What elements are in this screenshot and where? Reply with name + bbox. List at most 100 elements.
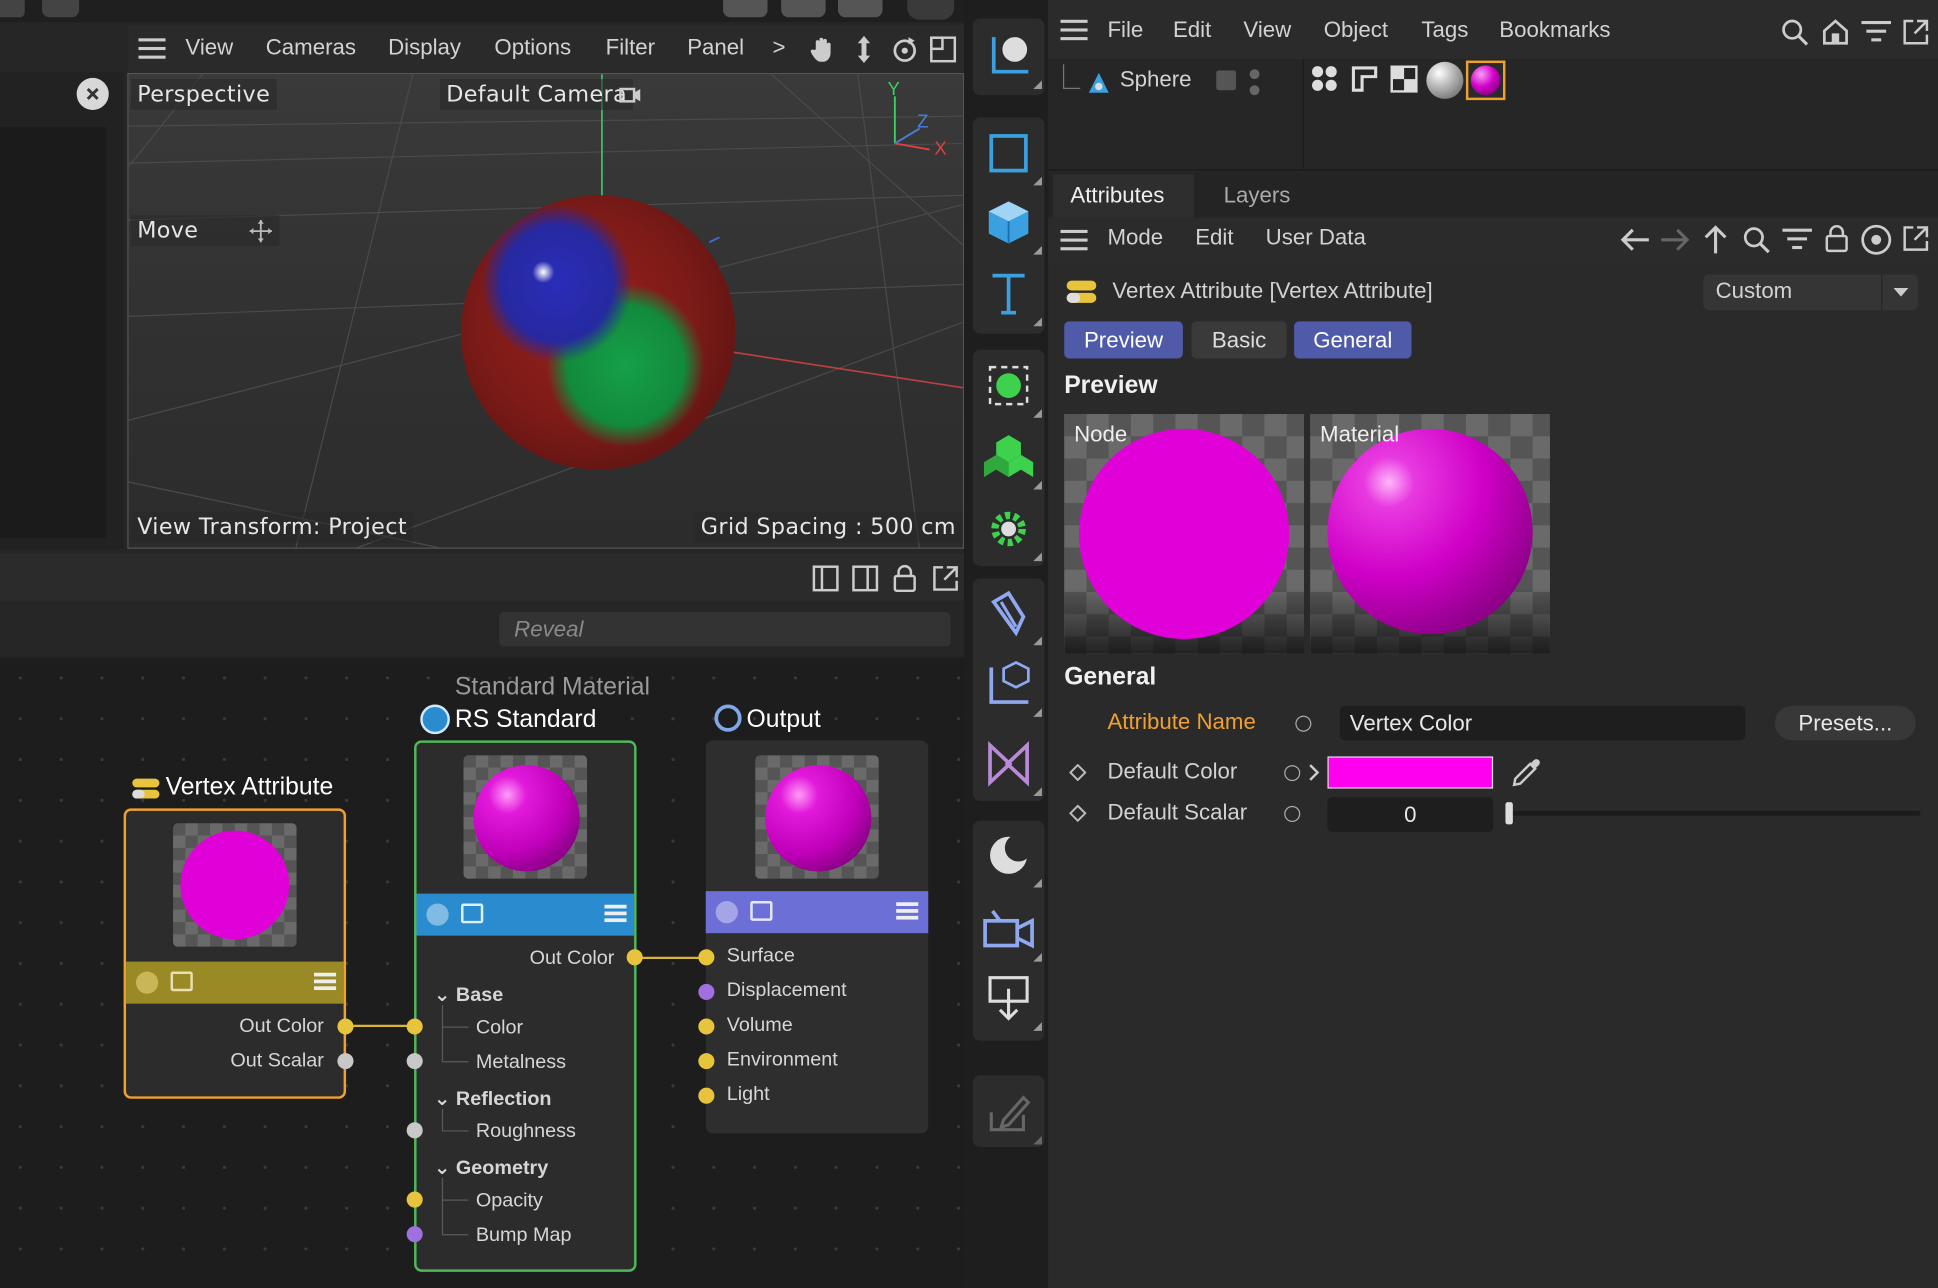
camera-label[interactable]: Default Camera <box>440 79 634 111</box>
port-displacement[interactable] <box>698 983 715 1000</box>
port-out-scalar[interactable] <box>337 1053 354 1070</box>
menu-user-data[interactable]: User Data <box>1266 225 1366 251</box>
keyframe-diamond-icon[interactable] <box>1069 763 1087 782</box>
menu-more-chevron[interactable]: > <box>772 35 785 61</box>
menu-edit[interactable]: Edit <box>1195 225 1233 251</box>
node-preview[interactable]: Node <box>1064 414 1304 654</box>
home-icon[interactable] <box>1821 17 1851 47</box>
menu-cameras[interactable]: Cameras <box>266 35 356 61</box>
tab-attributes[interactable]: Attributes <box>1070 183 1164 209</box>
keyframe-diamond-icon[interactable] <box>1069 804 1087 822</box>
cloner-icon[interactable] <box>973 423 1045 492</box>
rs-standard-node[interactable]: Out Color ⌄ Base Color Metalness ⌄ Refle… <box>414 740 637 1272</box>
render-settings-button[interactable] <box>838 0 883 18</box>
image-icon[interactable] <box>750 901 773 921</box>
port-rs-roughness[interactable] <box>406 1122 423 1139</box>
expand-window-icon[interactable] <box>1901 17 1931 47</box>
presets-button[interactable]: Presets... <box>1774 705 1916 741</box>
visibility-dots-icon[interactable] <box>1248 67 1260 99</box>
filter-icon[interactable] <box>1782 227 1812 252</box>
environment-moon-icon[interactable] <box>973 821 1045 890</box>
camera-object-icon[interactable] <box>973 895 1045 964</box>
field-icon[interactable] <box>973 729 1045 798</box>
render-tag-icon[interactable] <box>973 964 1045 1033</box>
port-rs-opacity[interactable] <box>406 1191 423 1208</box>
menu-view[interactable]: View <box>185 35 233 61</box>
output-node[interactable]: Surface Displacement Volume Environment … <box>705 740 929 1134</box>
port-rs-metalness[interactable] <box>406 1053 423 1070</box>
effector-gear-icon[interactable] <box>973 494 1045 563</box>
segment-preview[interactable]: Preview <box>1064 321 1183 359</box>
menu-options[interactable]: Options <box>494 35 571 61</box>
null-object-icon[interactable] <box>973 351 1045 420</box>
menu-tags[interactable]: Tags <box>1421 17 1468 43</box>
menu-display[interactable]: Display <box>388 35 461 61</box>
live-selection-tool-icon[interactable] <box>973 22 1045 91</box>
search-icon[interactable] <box>1780 17 1810 47</box>
port-volume[interactable] <box>698 1018 715 1035</box>
menu-mode[interactable]: Mode <box>1107 225 1163 251</box>
shader-s-icon[interactable] <box>135 971 159 994</box>
port-rs-color[interactable] <box>406 1018 423 1035</box>
segment-general[interactable]: General <box>1294 321 1412 359</box>
section-base[interactable]: ⌄ Base <box>434 983 503 1008</box>
object-name-sphere[interactable]: Sphere <box>1120 67 1192 93</box>
menu-panel[interactable]: Panel <box>687 35 744 61</box>
edit-pencil-icon[interactable] <box>973 1078 1045 1147</box>
chevron-right-icon[interactable] <box>1308 763 1320 783</box>
node-menu-icon[interactable] <box>896 901 919 921</box>
hamburger-icon[interactable] <box>1060 229 1088 251</box>
node-menu-icon[interactable] <box>604 904 627 924</box>
deformer-bend-icon[interactable] <box>973 650 1045 719</box>
menu-view[interactable]: View <box>1243 17 1291 43</box>
panel-split-icon[interactable] <box>852 565 879 592</box>
animate-circle-icon[interactable] <box>1284 805 1301 822</box>
vertex-attribute-title[interactable]: Vertex Attribute <box>166 774 334 802</box>
attribute-name-input[interactable]: Vertex Color <box>1339 705 1746 741</box>
port-rs-bump-map[interactable] <box>406 1226 423 1243</box>
toolbar-button-partial[interactable] <box>42 0 80 18</box>
node-menu-icon[interactable] <box>313 971 337 991</box>
rectangle-spline-icon[interactable] <box>973 119 1045 188</box>
hamburger-icon[interactable] <box>138 37 166 59</box>
port-rs-out-color[interactable] <box>626 949 643 966</box>
filter-icon[interactable] <box>1861 20 1892 45</box>
rs-standard-title[interactable]: RS Standard <box>455 706 597 734</box>
animate-circle-icon[interactable] <box>1284 765 1301 782</box>
move-view-icon[interactable] <box>850 35 877 65</box>
port-environment[interactable] <box>698 1053 715 1070</box>
mode-dropdown[interactable]: Custom <box>1703 274 1919 311</box>
port-surface[interactable] <box>698 949 715 966</box>
shader-s-icon[interactable] <box>715 901 738 924</box>
camera-icon[interactable] <box>618 84 643 106</box>
toolbar-button-partial[interactable] <box>0 0 25 18</box>
layer-icon[interactable] <box>1216 70 1236 91</box>
vertex-attribute-node[interactable]: Out Color Out Scalar <box>123 808 347 1099</box>
toggle-layout-icon[interactable] <box>929 36 957 63</box>
default-scalar-slider-thumb[interactable] <box>1505 802 1513 825</box>
default-scalar-slider-track[interactable] <box>1505 802 1921 825</box>
panel-left-icon[interactable] <box>812 565 839 592</box>
phong-tag-icon[interactable] <box>1310 64 1340 94</box>
cube-primitive-icon[interactable] <box>973 188 1045 257</box>
view-perspective-label[interactable]: Perspective <box>131 79 277 111</box>
sphere-object[interactable] <box>461 195 736 470</box>
material-tag-magenta-selected[interactable] <box>1465 60 1506 101</box>
search-icon[interactable] <box>1742 225 1772 255</box>
menu-bookmarks[interactable]: Bookmarks <box>1499 17 1610 43</box>
default-scalar-input[interactable]: 0 <box>1327 797 1494 832</box>
rotate-view-icon[interactable] <box>890 35 920 65</box>
text-spline-icon[interactable] <box>973 260 1045 329</box>
spline-pen-icon[interactable] <box>973 578 1045 647</box>
render-button[interactable] <box>781 0 826 18</box>
forward-arrow-icon[interactable] <box>1659 225 1691 255</box>
default-color-swatch[interactable] <box>1327 756 1494 789</box>
animate-circle-icon[interactable] <box>1295 715 1312 732</box>
reveal-search-field[interactable]: Reveal <box>499 611 951 647</box>
up-arrow-icon[interactable] <box>1701 224 1731 256</box>
image-icon[interactable] <box>461 903 484 924</box>
port-out-color[interactable] <box>337 1018 354 1035</box>
pan-hand-icon[interactable] <box>808 35 838 65</box>
back-arrow-icon[interactable] <box>1619 225 1651 255</box>
lock-icon[interactable] <box>892 564 917 594</box>
